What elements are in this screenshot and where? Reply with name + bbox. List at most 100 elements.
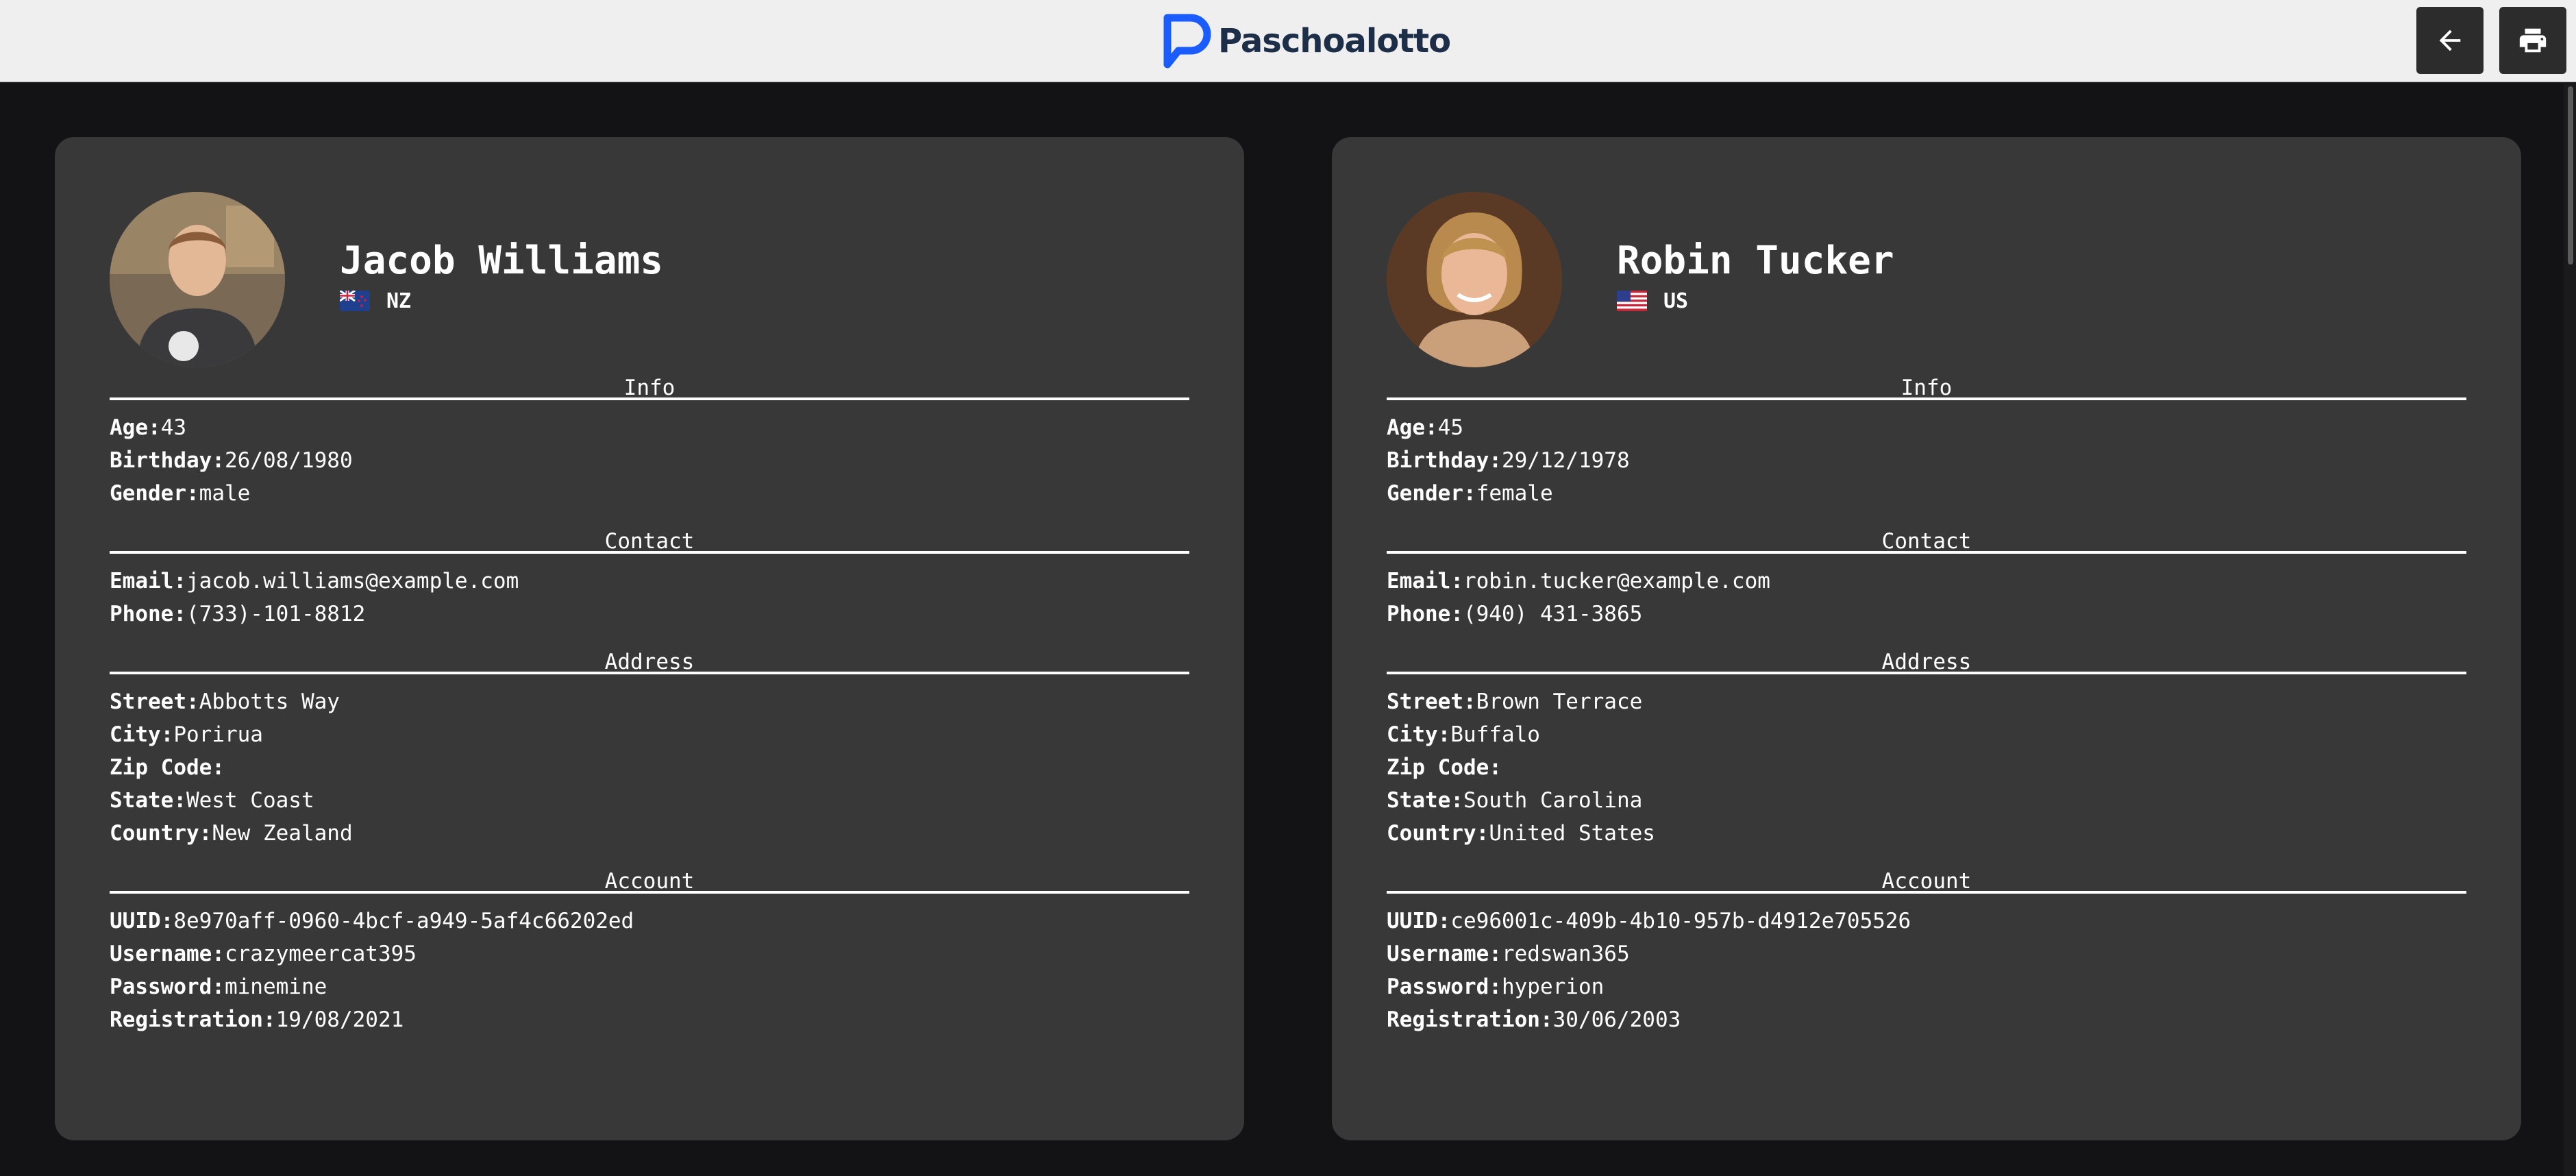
- section-title-contact: Contact: [110, 521, 1189, 554]
- field-value: ce96001c-409b-4b10-957b-d4912e705526: [1450, 909, 1911, 933]
- address-row-zip: Zip Code:: [1387, 751, 2466, 784]
- field-label: Email:: [1387, 569, 1463, 593]
- field-value: 45: [1437, 415, 1463, 440]
- address-section: Street:Brown Terrace City:Buffalo Zip Co…: [1387, 674, 2466, 861]
- field-value: jacob.williams@example.com: [186, 569, 519, 593]
- section-title-info: Info: [110, 367, 1189, 400]
- field-label: Country:: [110, 821, 212, 846]
- field-value: minemine: [224, 975, 327, 999]
- address-row-state: State:West Coast: [110, 784, 1189, 817]
- field-label: Street:: [110, 689, 199, 714]
- user-name: Robin Tucker: [1617, 238, 1894, 283]
- field-label: Password:: [1387, 975, 1502, 999]
- field-label: Email:: [110, 569, 186, 593]
- section-title-contact: Contact: [1387, 521, 2466, 554]
- field-label: Phone:: [1387, 602, 1463, 626]
- field-value: crazymeercat395: [224, 942, 417, 966]
- address-row-zip: Zip Code:: [110, 751, 1189, 784]
- field-value: robin.tucker@example.com: [1463, 569, 1770, 593]
- nationality: NZ: [340, 289, 411, 313]
- top-bar: Paschoalotto: [0, 0, 2576, 82]
- contact-section: Email:robin.tucker@example.com Phone:(94…: [1387, 554, 2466, 641]
- flag-us-icon: [1617, 291, 1647, 311]
- field-value: (733)-101-8812: [186, 602, 366, 626]
- field-value: South Carolina: [1463, 788, 1643, 813]
- address-row-street: Street:Brown Terrace: [1387, 685, 2466, 718]
- brand-logo[interactable]: Paschoalotto: [1158, 12, 1451, 70]
- field-value: Abbotts Way: [199, 689, 340, 714]
- info-row-birthday: Birthday:26/08/1980: [110, 444, 1189, 477]
- field-label: City:: [1387, 722, 1451, 747]
- info-row-age: Age:43: [110, 411, 1189, 444]
- brand-name: Paschoalotto: [1218, 22, 1451, 60]
- scrollbar-thumb[interactable]: [2568, 86, 2573, 265]
- field-label: Registration:: [1387, 1007, 1553, 1032]
- field-label: Age:: [1387, 415, 1438, 440]
- field-label: City:: [110, 722, 174, 747]
- address-row-country: Country:United States: [1387, 817, 2466, 850]
- info-row-birthday: Birthday:29/12/1978: [1387, 444, 2466, 477]
- field-label: Password:: [110, 975, 225, 999]
- field-value: West Coast: [186, 788, 314, 813]
- field-label: Gender:: [110, 481, 199, 506]
- field-value: male: [199, 481, 251, 506]
- address-row-state: State:South Carolina: [1387, 784, 2466, 817]
- address-row-street: Street:Abbotts Way: [110, 685, 1189, 718]
- contact-row-email: Email:jacob.williams@example.com: [110, 565, 1189, 598]
- field-value: 8e970aff-0960-4bcf-a949-5af4c66202ed: [173, 909, 634, 933]
- contact-row-phone: Phone:(733)-101-8812: [110, 598, 1189, 630]
- field-label: Age:: [110, 415, 161, 440]
- field-value: Brown Terrace: [1476, 689, 1643, 714]
- contact-row-email: Email:robin.tucker@example.com: [1387, 565, 2466, 598]
- info-section: Age:43 Birthday:26/08/1980 Gender:male: [110, 400, 1189, 521]
- field-label: Phone:: [110, 602, 186, 626]
- field-label: UUID:: [110, 909, 174, 933]
- field-value: 29/12/1978: [1501, 448, 1630, 473]
- account-row-uuid: UUID:ce96001c-409b-4b10-957b-d4912e70552…: [1387, 905, 2466, 938]
- nationality-code: US: [1663, 289, 1689, 313]
- user-card: Robin Tucker US Info Age:45 Birthday:29/…: [1332, 137, 2521, 1140]
- field-label: Username:: [1387, 942, 1502, 966]
- field-value: United States: [1489, 821, 1655, 846]
- field-label: Gender:: [1387, 481, 1476, 506]
- arrow-left-icon: [2439, 29, 2461, 51]
- back-button[interactable]: [2416, 7, 2484, 74]
- page-scrollbar[interactable]: [2564, 84, 2576, 1176]
- field-value: redswan365: [1501, 942, 1630, 966]
- user-details: Info Age:43 Birthday:26/08/1980 Gender:m…: [110, 367, 1189, 1047]
- info-row-age: Age:45: [1387, 411, 2466, 444]
- user-details: Info Age:45 Birthday:29/12/1978 Gender:f…: [1387, 367, 2466, 1047]
- section-title-address: Address: [110, 641, 1189, 674]
- field-label: Street:: [1387, 689, 1476, 714]
- address-row-city: City:Buffalo: [1387, 718, 2466, 751]
- field-label: Birthday:: [1387, 448, 1502, 473]
- account-row-registration: Registration:30/06/2003: [1387, 1003, 2466, 1036]
- info-section: Age:45 Birthday:29/12/1978 Gender:female: [1387, 400, 2466, 521]
- field-value: 26/08/1980: [224, 448, 353, 473]
- field-value: 30/06/2003: [1552, 1007, 1681, 1032]
- user-name: Jacob Williams: [340, 238, 664, 283]
- field-label: State:: [1387, 788, 1463, 813]
- contact-section: Email:jacob.williams@example.com Phone:(…: [110, 554, 1189, 641]
- field-label: State:: [110, 788, 186, 813]
- field-value: female: [1476, 481, 1553, 506]
- account-row-uuid: UUID:8e970aff-0960-4bcf-a949-5af4c66202e…: [110, 905, 1189, 938]
- field-label: UUID:: [1387, 909, 1451, 933]
- user-card: Jacob Williams NZ Info Age:43 Birthday:2…: [55, 137, 1244, 1140]
- address-row-country: Country:New Zealand: [110, 817, 1189, 850]
- user-photo: [1387, 192, 1562, 367]
- address-row-city: City:Porirua: [110, 718, 1189, 751]
- address-section: Street:Abbotts Way City:Porirua Zip Code…: [110, 674, 1189, 861]
- contact-row-phone: Phone:(940) 431-3865: [1387, 598, 2466, 630]
- account-row-username: Username:redswan365: [1387, 938, 2466, 970]
- field-value: (940) 431-3865: [1463, 602, 1643, 626]
- account-row-password: Password:minemine: [110, 970, 1189, 1003]
- field-label: Country:: [1387, 821, 1489, 846]
- account-row-username: Username:crazymeercat395: [110, 938, 1189, 970]
- user-avatar: [1387, 192, 1562, 367]
- account-row-registration: Registration:19/08/2021: [110, 1003, 1189, 1036]
- section-title-address: Address: [1387, 641, 2466, 674]
- print-button[interactable]: [2499, 7, 2566, 74]
- account-row-password: Password:hyperion: [1387, 970, 2466, 1003]
- field-value: New Zealand: [212, 821, 353, 846]
